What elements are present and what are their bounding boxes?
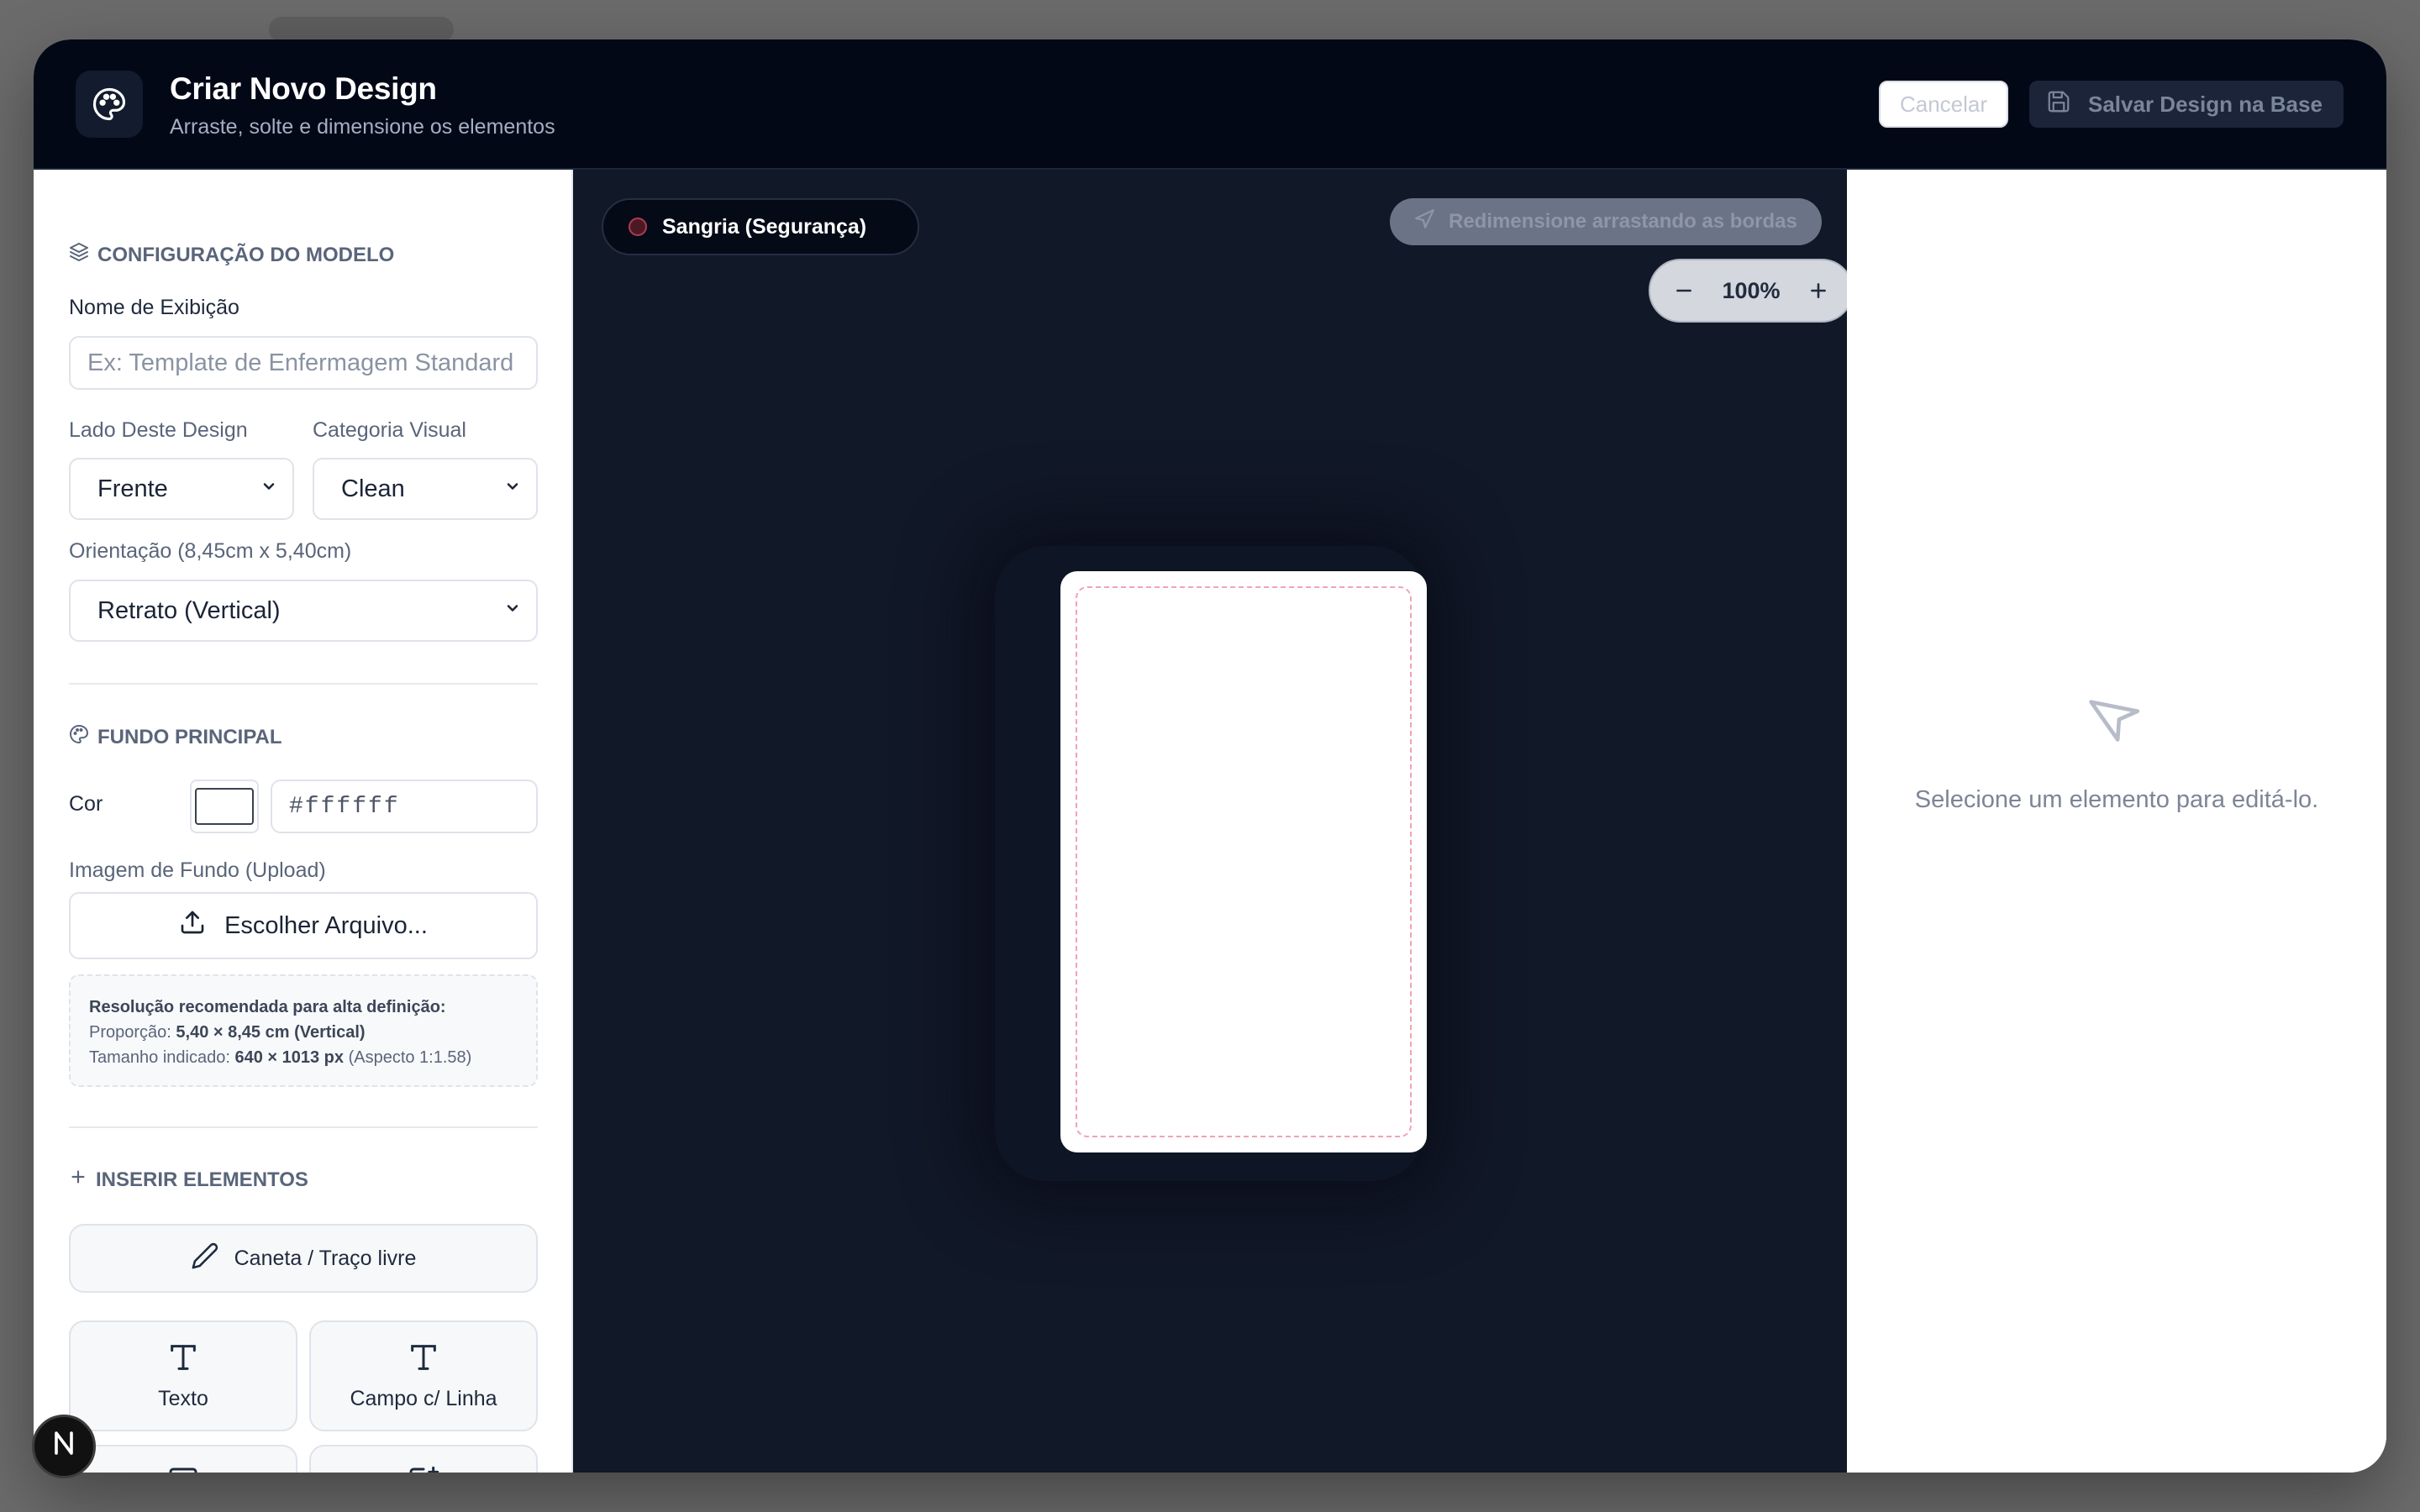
color-swatch (195, 788, 254, 825)
resolution-ratio: Proporção: 5,40 × 8,45 cm (Vertical) (89, 1023, 366, 1042)
type-icon (166, 1341, 200, 1380)
image-plus-icon (407, 1465, 440, 1473)
color-picker[interactable] (190, 780, 259, 833)
plus-icon (69, 1168, 87, 1192)
background-heading: FUNDO PRINCIPAL (69, 724, 282, 750)
save-button-label: Salvar Design na Base (2088, 91, 2323, 117)
cancel-button[interactable]: Cancelar (1879, 81, 2008, 128)
pen-tool-button[interactable]: Caneta / Traço livre (69, 1224, 538, 1293)
n-logo-icon (49, 1428, 79, 1466)
save-design-button[interactable]: Salvar Design na Base (2029, 81, 2344, 128)
resize-hint-label: Redimensione arrastando as bordas (1449, 210, 1797, 233)
side-select-value: Frente (97, 475, 168, 502)
cursor-pointer-icon (1413, 208, 1435, 236)
chevron-down-icon (260, 478, 277, 500)
zoom-level: 100% (1722, 277, 1781, 303)
section-divider (69, 1126, 538, 1128)
display-name-label: Nome de Exibição (69, 296, 239, 319)
orientation-label: Orientação (8,45cm x 5,40cm) (69, 539, 352, 563)
chevron-down-icon (504, 600, 521, 622)
resolution-info: Resolução recomendada para alta definiçã… (69, 974, 538, 1087)
mouse-pointer-icon (2087, 690, 2146, 753)
orientation-select[interactable]: Retrato (Vertical) (69, 580, 538, 642)
dev-tools-avatar[interactable] (32, 1415, 96, 1478)
insert-elements-heading: INSERIR ELEMENTOS (69, 1168, 308, 1192)
chevron-down-icon (504, 478, 521, 500)
upload-icon (179, 909, 206, 942)
properties-panel: Selecione um elemento para editá-lo. (1847, 170, 2386, 1473)
category-label: Categoria Visual (313, 418, 466, 442)
upload-label: Escolher Arquivo... (224, 911, 428, 939)
modal-header: Criar Novo Design Arraste, solte e dimen… (34, 39, 2386, 170)
resize-hint: Redimensione arrastando as bordas (1390, 198, 1822, 245)
background-title: FUNDO PRINCIPAL (97, 725, 282, 748)
zoom-control: 100% (1649, 259, 1847, 323)
palette-icon (76, 71, 143, 138)
bleed-toggle[interactable]: Sangria (Segurança) (602, 198, 919, 255)
modal-title: Criar Novo Design (170, 71, 437, 106)
type-icon (407, 1341, 440, 1380)
field-line-tool-label: Campo c/ Linha (350, 1387, 497, 1410)
resolution-size: Tamanho indicado: 640 × 1013 px (Aspecto… (89, 1048, 472, 1067)
zoom-out-button[interactable] (1669, 276, 1699, 306)
background-image-label: Imagem de Fundo (Upload) (69, 858, 326, 882)
display-name-input[interactable]: Ex: Template de Enfermagem Standard (69, 336, 538, 390)
zoom-in-button[interactable] (1803, 276, 1833, 306)
layers-icon (69, 242, 89, 268)
design-canvas-area[interactable]: Sangria (Segurança) Redimensione arrasta… (573, 170, 1847, 1473)
field-line-tool-button[interactable]: Campo c/ Linha (309, 1320, 538, 1431)
model-config-heading: CONFIGURAÇÃO DO MODELO (69, 242, 394, 268)
save-icon (2046, 89, 2071, 120)
pen-icon (191, 1242, 219, 1276)
resolution-title: Resolução recomendada para alta definiçã… (89, 998, 446, 1016)
create-design-modal: Criar Novo Design Arraste, solte e dimen… (34, 39, 2386, 1473)
design-card[interactable] (1060, 571, 1427, 1152)
bleed-label: Sangria (Segurança) (662, 214, 867, 239)
empty-selection-message: Selecione um elemento para editá-lo. (1914, 786, 2319, 813)
modal-subtitle: Arraste, solte e dimensione os elementos (170, 115, 555, 139)
color-label: Cor (69, 792, 103, 816)
model-config-title: CONFIGURAÇÃO DO MODELO (97, 243, 395, 266)
image-tool-button[interactable] (69, 1445, 297, 1473)
category-select[interactable]: Clean (313, 458, 538, 520)
image-icon (166, 1465, 200, 1473)
side-select[interactable]: Frente (69, 458, 294, 520)
config-sidebar[interactable]: CONFIGURAÇÃO DO MODELO Nome de Exibição … (34, 170, 573, 1473)
pen-tool-label: Caneta / Traço livre (234, 1246, 417, 1270)
side-label: Lado Deste Design (69, 418, 248, 442)
upload-file-button[interactable]: Escolher Arquivo... (69, 892, 538, 959)
insert-elements-title: INSERIR ELEMENTOS (96, 1168, 308, 1191)
category-select-value: Clean (341, 475, 405, 502)
section-divider (69, 683, 538, 685)
orientation-select-value: Retrato (Vertical) (97, 596, 281, 624)
palette-icon (69, 724, 89, 750)
text-tool-button[interactable]: Texto (69, 1320, 297, 1431)
image-plus-tool-button[interactable] (309, 1445, 538, 1473)
safe-zone-guide (1076, 586, 1412, 1137)
bleed-indicator-dot (629, 218, 647, 236)
backdrop-shape (269, 17, 454, 42)
color-hex-input[interactable]: #ffffff (271, 780, 538, 833)
text-tool-label: Texto (158, 1387, 208, 1410)
